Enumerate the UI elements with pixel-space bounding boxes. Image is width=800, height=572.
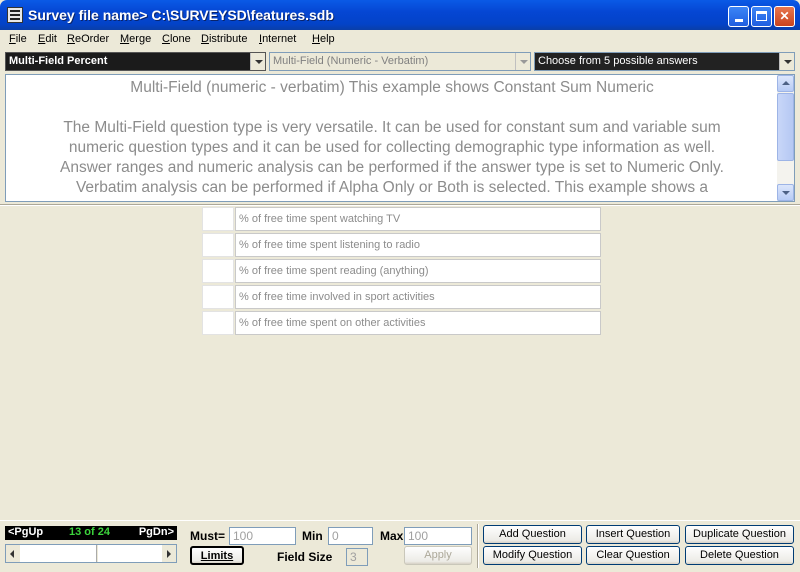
question-heading: Multi-Field (numeric - verbatim) This ex… (130, 79, 654, 96)
must-input[interactable]: 100 (229, 527, 296, 545)
chevron-down-icon[interactable] (779, 53, 794, 70)
modify-question-button[interactable]: Modify Question (483, 546, 582, 565)
menu-file[interactable]: File (9, 33, 27, 45)
max-label: Max (380, 529, 404, 543)
menu-reorder[interactable]: ReOrder (67, 33, 109, 45)
answer-label: % of free time spent on other activities (235, 311, 601, 335)
menu-bar: File Edit ReOrder Merge Clone Distribute… (0, 30, 800, 50)
scroll-left-icon[interactable] (6, 545, 20, 562)
minimize-button[interactable] (728, 6, 749, 27)
clear-question-button[interactable]: Clear Question (586, 546, 680, 565)
question-name-combo[interactable]: Multi-Field Percent (5, 52, 266, 71)
chevron-down-icon[interactable] (250, 53, 265, 70)
menu-distribute[interactable]: Distribute (201, 33, 247, 45)
scroll-up-icon[interactable] (777, 75, 794, 92)
page-down-label[interactable]: PgDn> (139, 526, 174, 538)
must-label: Must= (190, 529, 226, 543)
app-icon[interactable] (7, 7, 23, 23)
scroll-thumb[interactable] (96, 545, 98, 562)
question-type-value: Multi-Field (Numeric - Verbatim) (273, 55, 429, 67)
menu-clone[interactable]: Clone (162, 33, 191, 45)
duplicate-question-button[interactable]: Duplicate Question (685, 525, 794, 544)
field-size-label: Field Size (277, 550, 333, 564)
question-body-line: Verbatim analysis can be performed if Al… (75, 179, 709, 196)
question-type-combo[interactable]: Multi-Field (Numeric - Verbatim) (269, 52, 531, 71)
question-body-line: The Multi-Field question type is very ve… (63, 119, 721, 136)
question-text-content: Multi-Field (numeric - verbatim) This ex… (6, 75, 778, 198)
list-item: % of free time spent reading (anything) (202, 259, 602, 283)
question-counter: 13 of 24 (69, 526, 110, 538)
limits-button[interactable]: Limits (190, 546, 244, 565)
answer-count-combo[interactable]: Choose from 5 possible answers (534, 52, 795, 71)
menu-internet[interactable]: Internet (259, 33, 296, 45)
page-up-label[interactable]: <PgUp (8, 526, 43, 538)
apply-button[interactable]: Apply (404, 546, 472, 565)
answer-input[interactable] (202, 233, 234, 257)
divider (477, 524, 479, 568)
list-item: % of free time spent watching TV (202, 207, 602, 231)
answer-count-value: Choose from 5 possible answers (538, 55, 698, 67)
answer-input[interactable] (202, 259, 234, 283)
answer-label: % of free time involved in sport activit… (235, 285, 601, 309)
question-name-value: Multi-Field Percent (9, 55, 108, 67)
min-input[interactable]: 0 (328, 527, 373, 545)
list-item: % of free time spent on other activities (202, 311, 602, 335)
minimize-icon (734, 19, 743, 22)
question-text-area[interactable]: Multi-Field (numeric - verbatim) This ex… (5, 74, 795, 202)
chevron-down-icon[interactable] (515, 53, 530, 70)
scroll-down-icon[interactable] (777, 184, 794, 201)
answer-label: % of free time spent reading (anything) (235, 259, 601, 283)
max-input[interactable]: 100 (404, 527, 472, 545)
maximize-button[interactable] (751, 6, 772, 27)
divider (0, 204, 800, 206)
list-item: % of free time involved in sport activit… (202, 285, 602, 309)
maximize-icon (756, 11, 767, 21)
question-scrollbar[interactable] (5, 544, 177, 563)
close-button[interactable]: ✕ (774, 6, 795, 27)
insert-question-button[interactable]: Insert Question (586, 525, 680, 544)
scroll-thumb[interactable] (777, 93, 794, 161)
menu-edit[interactable]: Edit (38, 33, 57, 45)
add-question-button[interactable]: Add Question (483, 525, 582, 544)
answer-input[interactable] (202, 285, 234, 309)
pager: <PgUp 13 of 24 PgDn> (5, 526, 177, 540)
answer-input[interactable] (202, 207, 234, 231)
menu-help[interactable]: Help (312, 33, 335, 45)
scroll-right-icon[interactable] (162, 545, 176, 562)
vertical-scrollbar[interactable] (777, 75, 794, 201)
answer-label: % of free time spent watching TV (235, 207, 601, 231)
title-bar: Survey file name> C:\SURVEYSD\features.s… (0, 0, 800, 30)
close-icon: ✕ (779, 9, 790, 23)
list-item: % of free time spent listening to radio (202, 233, 602, 257)
field-size-input[interactable]: 3 (346, 548, 368, 566)
min-label: Min (302, 529, 323, 543)
window-title: Survey file name> C:\SURVEYSD\features.s… (28, 7, 334, 23)
question-body-line: numeric question types and it can be use… (68, 139, 716, 156)
answer-label: % of free time spent listening to radio (235, 233, 601, 257)
delete-question-button[interactable]: Delete Question (685, 546, 794, 565)
question-body-line: Answer ranges and numeric analysis can b… (60, 159, 724, 176)
menu-merge[interactable]: Merge (120, 33, 151, 45)
answer-input[interactable] (202, 311, 234, 335)
